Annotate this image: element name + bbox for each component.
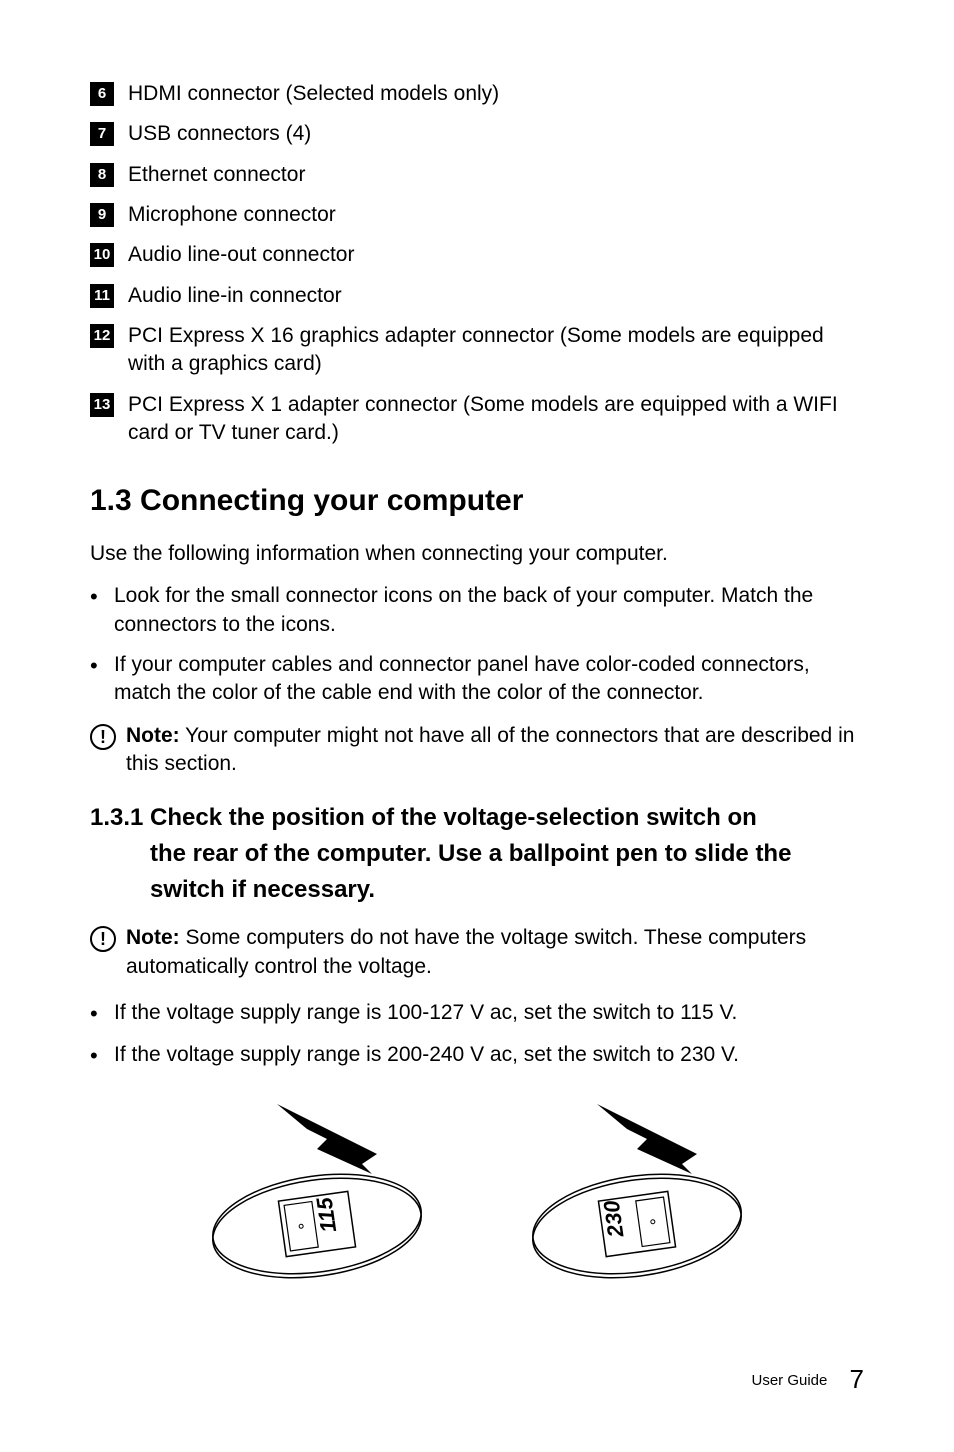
list-item: 11 Audio line-in connector [90, 282, 864, 310]
item-text: PCI Express X 1 adapter connector (Some … [128, 391, 864, 448]
list-item: 9 Microphone connector [90, 201, 864, 229]
item-number-badge: 10 [90, 243, 114, 267]
voltage-switch-115-figure: 115 [187, 1094, 447, 1284]
note-body: Your computer might not have all of the … [126, 724, 854, 775]
connector-numbered-list: 6 HDMI connector (Selected models only) 7… [90, 80, 864, 447]
item-number-badge: 12 [90, 324, 114, 348]
bullet-text: If the voltage supply range is 100-127 V… [114, 999, 864, 1029]
page-footer: User Guide 7 [751, 1362, 864, 1397]
item-number-badge: 6 [90, 82, 114, 106]
item-text: HDMI connector (Selected models only) [128, 80, 864, 108]
page-number: 7 [850, 1364, 864, 1394]
bullet-dot-icon [90, 999, 114, 1029]
note-block: ! Note: Some computers do not have the v… [90, 924, 864, 981]
bullet-item: Look for the small connector icons on th… [90, 582, 864, 639]
list-item: 6 HDMI connector (Selected models only) [90, 80, 864, 108]
item-number-badge: 8 [90, 163, 114, 187]
heading-line: 1.3.1 Check the position of the voltage-… [90, 804, 757, 831]
note-text: Note: Your computer might not have all o… [126, 722, 864, 779]
item-number-badge: 9 [90, 203, 114, 227]
item-text: Ethernet connector [128, 161, 864, 189]
bullet-list: Look for the small connector icons on th… [90, 582, 864, 707]
item-text: USB connectors (4) [128, 120, 864, 148]
switch-label-230: 230 [599, 1198, 629, 1240]
subsection-heading-1-3-1: 1.3.1 Check the position of the voltage-… [90, 800, 864, 908]
section-heading-1-3: 1.3 Connecting your computer [90, 481, 864, 522]
item-number-badge: 7 [90, 122, 114, 146]
bullet-item: If the voltage supply range is 200-240 V… [90, 1041, 864, 1071]
item-number-badge: 13 [90, 393, 114, 417]
bullet-item: If the voltage supply range is 100-127 V… [90, 999, 864, 1029]
item-text: Audio line-out connector [128, 241, 864, 269]
list-item: 7 USB connectors (4) [90, 120, 864, 148]
note-label: Note: [126, 926, 180, 949]
alert-icon: ! [90, 924, 126, 981]
bullet-list: If the voltage supply range is 100-127 V… [90, 999, 864, 1072]
bullet-text: Look for the small connector icons on th… [114, 582, 864, 639]
bullet-dot-icon [90, 651, 114, 708]
list-item: 8 Ethernet connector [90, 161, 864, 189]
voltage-switch-figures: 115 230 [90, 1094, 864, 1284]
note-block: ! Note: Your computer might not have all… [90, 722, 864, 779]
heading-line: the rear of the computer. Use a ballpoin… [90, 836, 864, 908]
footer-label: User Guide [751, 1372, 827, 1389]
bullet-dot-icon [90, 1041, 114, 1071]
note-body: Some computers do not have the voltage s… [126, 926, 806, 977]
bullet-dot-icon [90, 582, 114, 639]
alert-icon: ! [90, 722, 126, 779]
note-label: Note: [126, 724, 180, 747]
list-item: 12 PCI Express X 16 graphics adapter conn… [90, 322, 864, 379]
bullet-text: If the voltage supply range is 200-240 V… [114, 1041, 864, 1071]
bullet-text: If your computer cables and connector pa… [114, 651, 864, 708]
note-text: Note: Some computers do not have the vol… [126, 924, 864, 981]
bullet-item: If your computer cables and connector pa… [90, 651, 864, 708]
item-text: Microphone connector [128, 201, 864, 229]
list-item: 10 Audio line-out connector [90, 241, 864, 269]
voltage-switch-230-figure: 230 [507, 1094, 767, 1284]
switch-label-115: 115 [311, 1195, 341, 1234]
item-number-badge: 11 [90, 284, 114, 308]
item-text: Audio line-in connector [128, 282, 864, 310]
list-item: 13 PCI Express X 1 adapter connector (Som… [90, 391, 864, 448]
item-text: PCI Express X 16 graphics adapter connec… [128, 322, 864, 379]
section-intro: Use the following information when conne… [90, 540, 864, 568]
